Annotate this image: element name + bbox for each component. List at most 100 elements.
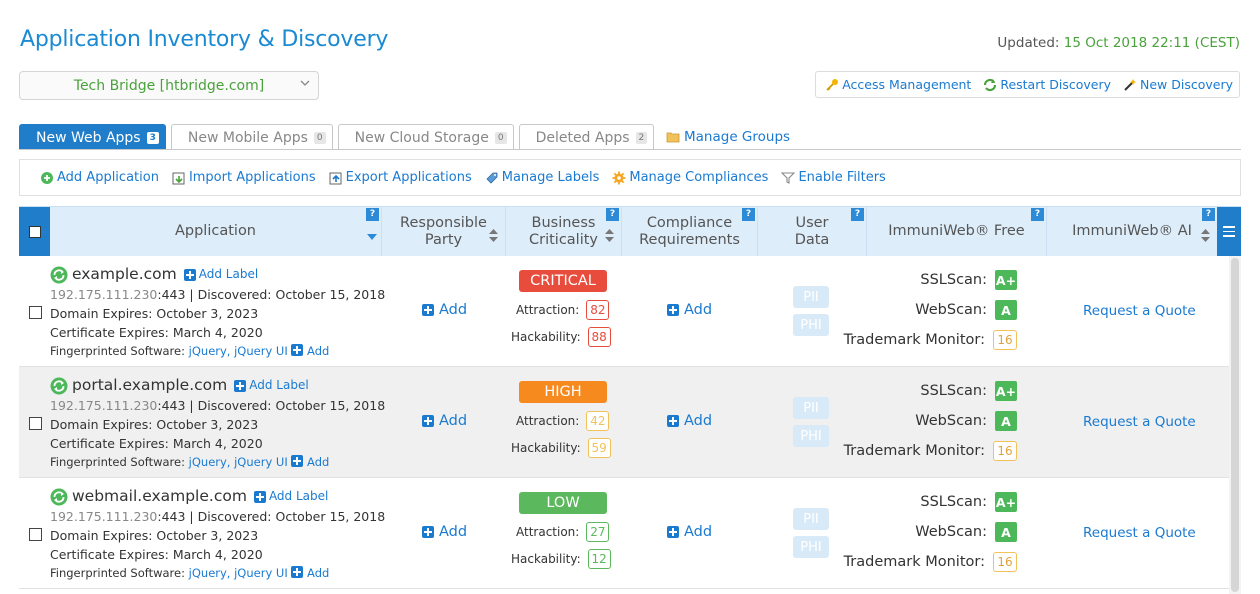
vertical-scrollbar[interactable]: [1229, 256, 1241, 594]
manage-compliances-button[interactable]: Manage Compliances: [612, 170, 768, 185]
company-select[interactable]: Tech Bridge [htbridge.com]: [19, 71, 319, 100]
compliance-add-button[interactable]: Add: [667, 413, 712, 429]
tab-new-mobile-apps[interactable]: New Mobile Apps 0: [170, 124, 333, 150]
sslscan-grade[interactable]: A+: [995, 492, 1017, 512]
row-checkbox[interactable]: [29, 417, 42, 430]
select-all-checkbox[interactable]: [19, 207, 50, 256]
row-checkbox[interactable]: [29, 528, 42, 541]
add-label-text: Add Label: [268, 489, 329, 503]
refresh-icon: [984, 78, 997, 91]
sort-desc-icon[interactable]: [367, 234, 377, 240]
add-label-button[interactable]: Add Label: [234, 376, 309, 395]
add-application-button[interactable]: Add Application: [40, 170, 159, 185]
export-applications-button[interactable]: Export Applications: [329, 170, 472, 185]
compliance-add-button[interactable]: Add: [667, 302, 712, 318]
fp-software-link[interactable]: jQuery, jQuery UI: [189, 566, 288, 580]
fp-software-link[interactable]: jQuery, jQuery UI: [189, 344, 288, 358]
tab-new-web-apps[interactable]: New Web Apps 3: [19, 124, 166, 150]
plus-icon: [183, 268, 196, 281]
hackability-metric: Hackability: 88: [511, 327, 611, 347]
trademark-label: Trademark Monitor:: [843, 554, 985, 570]
col-compliance-requirements[interactable]: Compliance Requirements ?: [622, 207, 758, 256]
fp-software-link[interactable]: jQuery, jQuery UI: [189, 455, 288, 469]
col-business-criticality[interactable]: Business Criticality ?: [506, 207, 622, 256]
add-label-button[interactable]: Add Label: [183, 265, 258, 284]
phi-badge[interactable]: PHI: [793, 314, 829, 336]
webscan-grade[interactable]: A: [995, 300, 1017, 320]
trademark-count[interactable]: 16: [993, 441, 1017, 461]
help-icon[interactable]: ?: [366, 208, 379, 221]
scrollbar-thumb[interactable]: [1231, 258, 1239, 592]
import-applications-button[interactable]: Import Applications: [172, 170, 316, 185]
sort-icon[interactable]: [1201, 229, 1210, 242]
responsible-add-button[interactable]: Add: [422, 302, 467, 318]
help-icon[interactable]: ?: [1202, 208, 1215, 221]
pii-badge[interactable]: PII: [793, 508, 829, 530]
webscan-grade[interactable]: A: [995, 522, 1017, 542]
fp-add-button[interactable]: Add: [291, 455, 329, 469]
request-quote-link[interactable]: Request a Quote: [1083, 525, 1196, 541]
col-user-data[interactable]: User Data ?: [758, 207, 867, 256]
sslscan-grade[interactable]: A+: [995, 270, 1017, 290]
trademark-count[interactable]: 16: [993, 330, 1017, 350]
trademark-count[interactable]: 16: [993, 552, 1017, 572]
sslscan-result: SSLScan: A+: [920, 270, 1017, 290]
responsible-add-button[interactable]: Add: [422, 524, 467, 540]
tab-deleted-apps[interactable]: Deleted Apps 2: [518, 124, 655, 150]
help-icon[interactable]: ?: [1031, 208, 1044, 221]
folder-icon: [666, 132, 680, 143]
add-label-button[interactable]: Add Label: [253, 487, 329, 506]
sslscan-result: SSLScan: A+: [920, 492, 1017, 512]
add-circle-icon: [41, 171, 53, 184]
app-name[interactable]: portal.example.com: [72, 376, 227, 395]
manage-groups-link[interactable]: Manage Groups: [666, 129, 790, 145]
tab-label: New Mobile Apps: [187, 129, 308, 146]
fp-add-button[interactable]: Add: [291, 344, 329, 358]
columns-menu-icon[interactable]: [1217, 207, 1241, 256]
col-immuniweb-ai[interactable]: ImmuniWeb® AI ?: [1047, 207, 1217, 256]
enable-filters-button[interactable]: Enable Filters: [781, 170, 886, 185]
manage-labels-button[interactable]: Manage Labels: [485, 170, 600, 185]
sslscan-grade[interactable]: A+: [995, 381, 1017, 401]
tab-new-cloud-storage[interactable]: New Cloud Storage 0: [337, 124, 514, 150]
plus-icon: [422, 526, 434, 538]
pii-badge[interactable]: PII: [793, 397, 829, 419]
help-icon[interactable]: ?: [742, 208, 755, 221]
new-discovery-button[interactable]: New Discovery: [1123, 77, 1233, 92]
domain-expires: Domain Expires: October 3, 2023: [50, 528, 259, 543]
ip-address: 192.175.111.230: [50, 398, 158, 413]
certificate-expires: Certificate Expires: March 4, 2020: [50, 436, 263, 451]
phi-badge[interactable]: PHI: [793, 536, 829, 558]
col-immuniweb-free[interactable]: ImmuniWeb® Free ?: [867, 207, 1047, 256]
col-application[interactable]: Application ?: [50, 207, 382, 256]
help-icon[interactable]: ?: [851, 208, 864, 221]
company-select-value: Tech Bridge [htbridge.com]: [73, 77, 265, 94]
responsible-add-button[interactable]: Add: [422, 413, 467, 429]
webscan-grade[interactable]: A: [995, 411, 1017, 431]
col-responsible-party[interactable]: Responsible Party: [382, 207, 506, 256]
fingerprinted-software: Fingerprinted Software: jQuery, jQuery U…: [50, 564, 385, 583]
phi-badge[interactable]: PHI: [793, 425, 829, 447]
fp-add-button[interactable]: Add: [291, 566, 329, 580]
col-responsible-line1: Responsible: [400, 214, 487, 231]
app-title: portal.example.com Add Label: [50, 375, 385, 396]
app-name[interactable]: example.com: [72, 265, 177, 284]
criticality-badge[interactable]: CRITICAL: [519, 270, 607, 292]
help-icon[interactable]: ?: [606, 208, 619, 221]
criticality-badge[interactable]: LOW: [519, 492, 607, 514]
row-checkbox[interactable]: [29, 306, 42, 319]
app-name[interactable]: webmail.example.com: [72, 487, 247, 506]
col-responsible-label: Responsible Party: [400, 215, 487, 249]
sort-icon[interactable]: [605, 229, 614, 242]
pii-badge[interactable]: PII: [793, 286, 829, 308]
request-quote-link[interactable]: Request a Quote: [1083, 414, 1196, 430]
plus-icon: [667, 526, 679, 538]
manage-labels-label: Manage Labels: [501, 170, 600, 185]
restart-discovery-button[interactable]: Restart Discovery: [983, 77, 1111, 92]
request-quote-link[interactable]: Request a Quote: [1083, 303, 1196, 319]
filter-icon: [781, 171, 796, 184]
compliance-add-button[interactable]: Add: [667, 524, 712, 540]
sort-icon[interactable]: [489, 229, 498, 242]
criticality-badge[interactable]: HIGH: [519, 381, 607, 403]
access-management-button[interactable]: Access Management: [825, 77, 971, 92]
